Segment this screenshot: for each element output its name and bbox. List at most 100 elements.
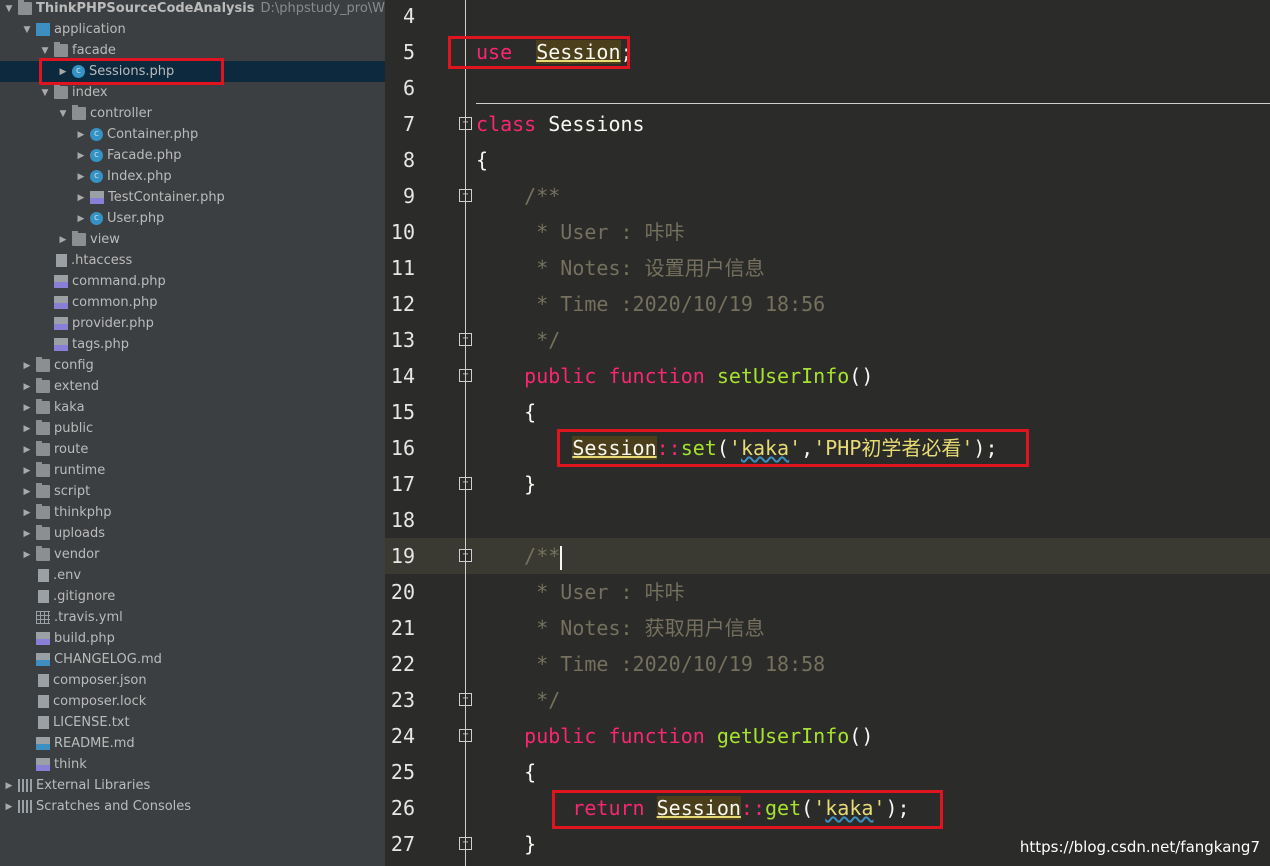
code-line[interactable]: 13− */: [385, 322, 1270, 358]
collapsed-arrow-icon[interactable]: ▶: [18, 439, 36, 460]
arrow-spacer: [18, 691, 36, 712]
tree-item[interactable]: LICENSE.txt: [0, 712, 385, 733]
tree-item[interactable]: ▼ controller: [0, 103, 385, 124]
folder-icon: [72, 105, 86, 120]
tree-item[interactable]: build.php: [0, 628, 385, 649]
collapsed-arrow-icon[interactable]: ▶: [0, 775, 18, 796]
expanded-arrow-icon[interactable]: ▼: [36, 82, 54, 103]
tree-item[interactable]: ▶ c Facade.php: [0, 145, 385, 166]
highlight-box: [552, 790, 943, 829]
tree-item[interactable]: ▶ vendor: [0, 544, 385, 565]
collapsed-arrow-icon[interactable]: ▶: [18, 355, 36, 376]
collapsed-arrow-icon[interactable]: ▶: [72, 208, 90, 229]
collapsed-arrow-icon[interactable]: ▶: [72, 124, 90, 145]
code-line[interactable]: 23− */: [385, 682, 1270, 718]
tree-item[interactable]: ▶ uploads: [0, 523, 385, 544]
tree-item[interactable]: ▶ c User.php: [0, 208, 385, 229]
collapsed-arrow-icon[interactable]: ▶: [72, 187, 90, 208]
tree-item[interactable]: ▶ kaka: [0, 397, 385, 418]
collapsed-arrow-icon[interactable]: ▶: [18, 544, 36, 565]
code-line[interactable]: 25 {: [385, 754, 1270, 790]
folder-icon: [54, 42, 68, 57]
collapsed-arrow-icon[interactable]: ▶: [18, 376, 36, 397]
collapsed-arrow-icon[interactable]: ▶: [72, 166, 90, 187]
code-text: }: [476, 466, 536, 502]
lib-icon: [18, 779, 32, 792]
tree-item[interactable]: composer.lock: [0, 691, 385, 712]
code-line[interactable]: 15 {: [385, 394, 1270, 430]
code-token: */: [476, 328, 561, 352]
code-line[interactable]: 18: [385, 502, 1270, 538]
folder-icon: [36, 378, 50, 393]
tree-item[interactable]: ▶ extend: [0, 376, 385, 397]
collapsed-arrow-icon[interactable]: ▶: [18, 481, 36, 502]
tree-item[interactable]: ▶ route: [0, 439, 385, 460]
tree-item[interactable]: ▶ config: [0, 355, 385, 376]
tree-item[interactable]: common.php: [0, 292, 385, 313]
collapsed-arrow-icon[interactable]: ▶: [18, 418, 36, 439]
tree-item[interactable]: provider.php: [0, 313, 385, 334]
code-text: * Notes: 获取用户信息: [476, 610, 764, 646]
tree-item[interactable]: ▶ Scratches and Consoles: [0, 796, 385, 817]
tree-item[interactable]: .travis.yml: [0, 607, 385, 628]
tree-item[interactable]: ▶ External Libraries: [0, 775, 385, 796]
tree-item[interactable]: ▶ thinkphp: [0, 502, 385, 523]
tree-item[interactable]: ▶ view: [0, 229, 385, 250]
tree-item[interactable]: ▶ runtime: [0, 460, 385, 481]
code-line[interactable]: 22 * Time :2020/10/19 18:58: [385, 646, 1270, 682]
grid-icon: [36, 611, 50, 624]
code-line[interactable]: 11 * Notes: 设置用户信息: [385, 250, 1270, 286]
arrow-spacer: [18, 565, 36, 586]
tree-item[interactable]: think: [0, 754, 385, 775]
tree-item[interactable]: .htaccess: [0, 250, 385, 271]
code-line[interactable]: 4: [385, 0, 1270, 34]
tree-item[interactable]: .env: [0, 565, 385, 586]
folder-icon: [36, 504, 50, 519]
collapsed-arrow-icon[interactable]: ▶: [18, 397, 36, 418]
tree-item[interactable]: ▶ TestContainer.php: [0, 187, 385, 208]
tree-item[interactable]: ▶ c Index.php: [0, 166, 385, 187]
code-line[interactable]: 14− public function setUserInfo(): [385, 358, 1270, 394]
tree-item[interactable]: README.md: [0, 733, 385, 754]
code-line[interactable]: 12 * Time :2020/10/19 18:56: [385, 286, 1270, 322]
code-line[interactable]: 9− /**: [385, 178, 1270, 214]
tree-item[interactable]: ▶ script: [0, 481, 385, 502]
tree-item[interactable]: ▼ application: [0, 19, 385, 40]
code-line[interactable]: 24− public function getUserInfo(): [385, 718, 1270, 754]
folder-blue-icon: [36, 23, 50, 36]
collapsed-arrow-icon[interactable]: ▶: [72, 145, 90, 166]
code-line[interactable]: 7−class Sessions: [385, 106, 1270, 142]
collapsed-arrow-icon[interactable]: ▶: [18, 460, 36, 481]
code-token: */: [476, 688, 561, 712]
code-line[interactable]: 21 * Notes: 获取用户信息: [385, 610, 1270, 646]
tree-item[interactable]: .gitignore: [0, 586, 385, 607]
code-line[interactable]: 6: [385, 70, 1270, 106]
code-line[interactable]: 8{: [385, 142, 1270, 178]
code-token: * User : 咔咔: [476, 220, 685, 244]
expanded-arrow-icon[interactable]: ▼: [54, 103, 72, 124]
expanded-arrow-icon[interactable]: ▼: [18, 19, 36, 40]
tree-root[interactable]: ▼ ThinkPHPSourceCodeAnalysis D:\phpstudy…: [0, 0, 385, 19]
tree-item[interactable]: ▶ c Container.php: [0, 124, 385, 145]
code-line[interactable]: 20 * User : 咔咔: [385, 574, 1270, 610]
expand-arrow-icon[interactable]: ▼: [0, 0, 18, 19]
tree-item[interactable]: command.php: [0, 271, 385, 292]
code-line[interactable]: 10 * User : 咔咔: [385, 214, 1270, 250]
tree-item[interactable]: composer.json: [0, 670, 385, 691]
md-icon: [36, 653, 50, 666]
tree-item[interactable]: CHANGELOG.md: [0, 649, 385, 670]
code-line[interactable]: 17− }: [385, 466, 1270, 502]
tree-item-label: CHANGELOG.md: [54, 652, 162, 667]
class-icon: c: [90, 149, 103, 162]
collapsed-arrow-icon[interactable]: ▶: [0, 796, 18, 817]
tree-item[interactable]: ▼ index: [0, 82, 385, 103]
tree-item[interactable]: ▶ public: [0, 418, 385, 439]
tree-item-label: config: [54, 358, 94, 373]
tree-item[interactable]: tags.php: [0, 334, 385, 355]
collapsed-arrow-icon[interactable]: ▶: [18, 523, 36, 544]
collapsed-arrow-icon[interactable]: ▶: [18, 502, 36, 523]
collapsed-arrow-icon[interactable]: ▶: [54, 229, 72, 250]
code-line[interactable]: 19− /**: [385, 538, 1270, 574]
code-token: * Notes: 设置用户信息: [476, 256, 765, 280]
